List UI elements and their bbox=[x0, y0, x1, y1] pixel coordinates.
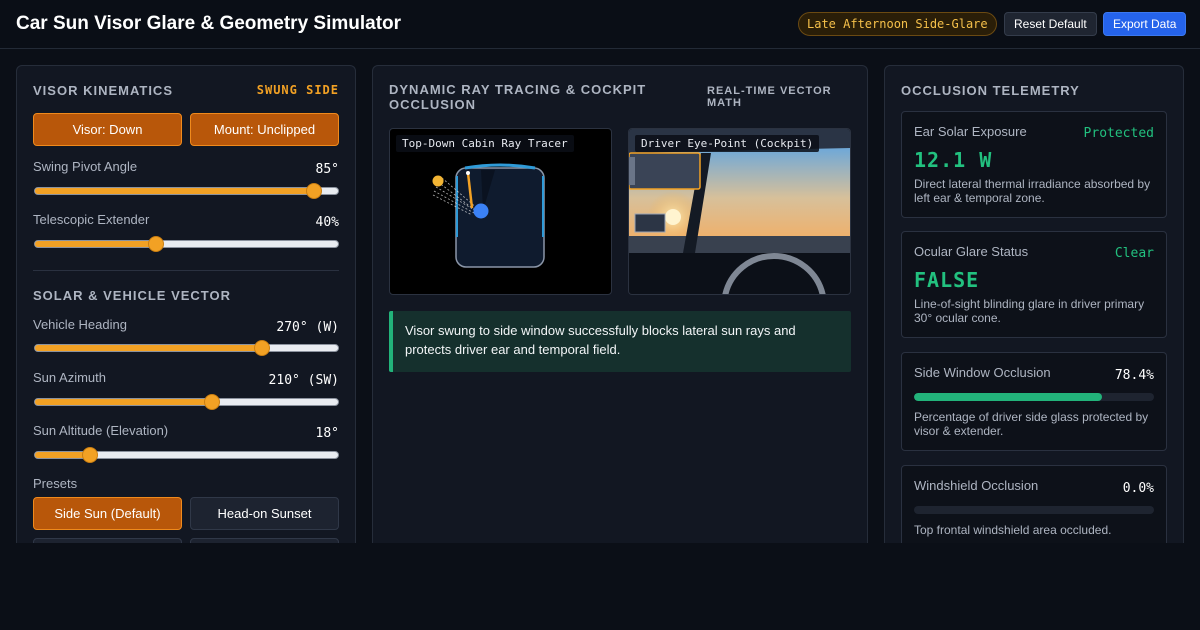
preset-button[interactable] bbox=[33, 538, 182, 543]
preset-head-on-sunset-button[interactable]: Head-on Sunset bbox=[190, 497, 339, 530]
ear-exposure-card: Ear Solar Exposure Protected 12.1 W Dire… bbox=[901, 111, 1167, 218]
slider-fill bbox=[35, 188, 314, 194]
topdown-label: Top-Down Cabin Ray Tracer bbox=[396, 135, 574, 152]
ray-tracing-subtitle: REAL-TIME VECTOR MATH bbox=[707, 85, 832, 109]
cockpit-view: Driver Eye-Point (Cockpit) bbox=[628, 128, 851, 295]
extender-slider[interactable] bbox=[34, 236, 339, 252]
telemetry-title: OCCLUSION TELEMETRY bbox=[901, 83, 1080, 98]
glare-status-desc: Line-of-sight blinding glare in driver p… bbox=[914, 297, 1145, 325]
vehicle-heading-slider[interactable] bbox=[34, 340, 339, 356]
presets-label: Presets bbox=[33, 476, 78, 491]
sun-azimuth-label: Sun Azimuth bbox=[33, 370, 106, 385]
slider-thumb[interactable] bbox=[148, 236, 165, 252]
ear-exposure-value: 12.1 W bbox=[914, 148, 993, 172]
ear-exposure-label: Ear Solar Exposure bbox=[914, 124, 1027, 139]
ear-exposure-status: Protected bbox=[1083, 126, 1154, 141]
sun-altitude-label: Sun Altitude (Elevation) bbox=[33, 423, 169, 438]
windshield-progress bbox=[914, 506, 1154, 514]
slider-fill bbox=[35, 241, 157, 247]
mode-badge: SWUNG SIDE bbox=[256, 83, 339, 97]
reset-default-button[interactable]: Reset Default bbox=[1004, 12, 1097, 36]
visor-toggle-button[interactable]: Visor: Down bbox=[33, 113, 182, 146]
scenario-badge: Late Afternoon Side-Glare bbox=[798, 12, 997, 36]
mirror bbox=[634, 213, 666, 233]
section-divider bbox=[33, 270, 339, 271]
sun-altitude-value: 18° bbox=[315, 426, 339, 441]
kinematics-title: VISOR KINEMATICS bbox=[33, 83, 173, 98]
side-window-label: Side Window Occlusion bbox=[914, 365, 1051, 380]
ray-tracing-title: DYNAMIC RAY TRACING & COCKPIT OCCLUSION bbox=[389, 82, 647, 112]
mount-toggle-button[interactable]: Mount: Unclipped bbox=[190, 113, 339, 146]
glare-status-card: Ocular Glare Status Clear FALSE Line-of-… bbox=[901, 231, 1167, 338]
preset-side-sun-button[interactable]: Side Sun (Default) bbox=[33, 497, 182, 530]
glare-status-label: Ocular Glare Status bbox=[914, 244, 1029, 259]
extender-value: 40% bbox=[315, 215, 339, 230]
slider-thumb[interactable] bbox=[203, 394, 220, 410]
export-data-button[interactable]: Export Data bbox=[1103, 12, 1187, 36]
swing-angle-slider[interactable] bbox=[34, 183, 339, 199]
glare-status-badge: Clear bbox=[1114, 246, 1154, 261]
occlusion-telemetry-panel: OCCLUSION TELEMETRY Ear Solar Exposure P… bbox=[884, 65, 1184, 543]
sun-icon bbox=[665, 209, 681, 225]
app-header: Car Sun Visor Glare & Geometry Simulator… bbox=[0, 0, 1200, 49]
vehicle-heading-label: Vehicle Heading bbox=[33, 317, 127, 332]
cockpit-scene bbox=[629, 129, 850, 294]
preset-button[interactable] bbox=[190, 538, 339, 543]
windshield-label: Windshield Occlusion bbox=[914, 478, 1039, 493]
slider-fill bbox=[35, 399, 212, 405]
ray-tracing-panel: DYNAMIC RAY TRACING & COCKPIT OCCLUSION … bbox=[372, 65, 868, 543]
windshield-value: 0.0% bbox=[1122, 481, 1154, 496]
visor-clip bbox=[629, 157, 635, 185]
slider-thumb[interactable] bbox=[81, 447, 98, 463]
swing-angle-value: 85° bbox=[315, 162, 339, 177]
side-window-desc: Percentage of driver side glass protecte… bbox=[914, 410, 1149, 438]
horizon-dash bbox=[629, 236, 850, 254]
slider-fill bbox=[35, 345, 263, 351]
glare-status-value: FALSE bbox=[914, 268, 980, 292]
topdown-ray-tracer-view: Top-Down Cabin Ray Tracer bbox=[389, 128, 612, 295]
windshield-card: Windshield Occlusion 0.0% Top frontal wi… bbox=[901, 465, 1167, 543]
progress-fill bbox=[914, 393, 1103, 401]
topdown-cabin-diagram bbox=[432, 163, 545, 268]
app-title: Car Sun Visor Glare & Geometry Simulator bbox=[16, 13, 402, 34]
swing-angle-label: Swing Pivot Angle bbox=[33, 159, 138, 174]
extender-label: Telescopic Extender bbox=[33, 212, 150, 227]
status-message: Visor swung to side window successfully … bbox=[389, 311, 851, 372]
sun-altitude-slider[interactable] bbox=[34, 447, 339, 463]
side-window-progress bbox=[914, 393, 1154, 401]
cockpit-label: Driver Eye-Point (Cockpit) bbox=[635, 135, 820, 152]
visor-kinematics-panel: VISOR KINEMATICS SWUNG SIDE Visor: Down … bbox=[16, 65, 356, 543]
sun-azimuth-slider[interactable] bbox=[34, 394, 339, 410]
dashboard bbox=[629, 253, 850, 294]
ear-exposure-desc: Direct lateral thermal irradiance absorb… bbox=[914, 177, 1151, 205]
slider-thumb[interactable] bbox=[305, 183, 322, 199]
solar-vector-title: SOLAR & VEHICLE VECTOR bbox=[33, 288, 232, 303]
side-window-value: 78.4% bbox=[1114, 368, 1154, 383]
visor-pivot bbox=[466, 171, 470, 175]
slider-thumb[interactable] bbox=[254, 340, 271, 356]
vehicle-heading-value: 270° (W) bbox=[276, 320, 339, 335]
side-window-card: Side Window Occlusion 78.4% Percentage o… bbox=[901, 352, 1167, 451]
visor-overlay bbox=[629, 152, 701, 190]
sun-azimuth-value: 210° (SW) bbox=[268, 373, 339, 388]
windshield-desc: Top frontal windshield area occluded. bbox=[914, 523, 1112, 537]
sun-icon bbox=[432, 175, 444, 187]
driver-head-icon bbox=[473, 203, 489, 219]
